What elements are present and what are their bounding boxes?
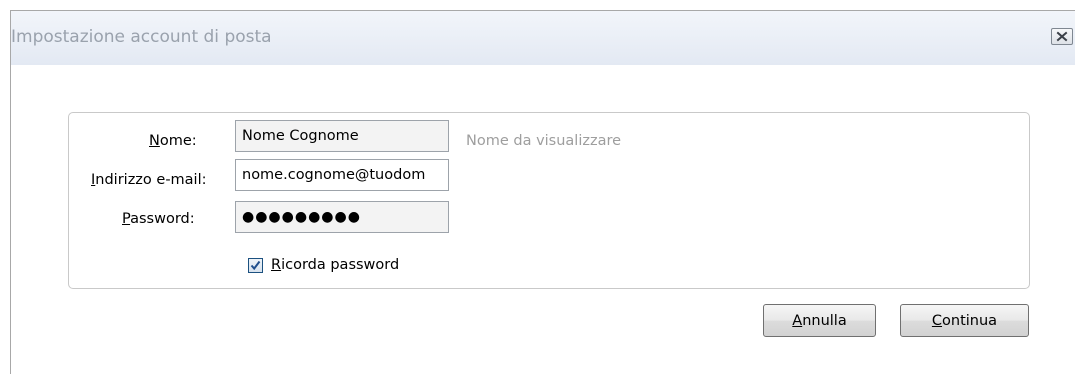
name-hint: Nome da visualizzare bbox=[466, 133, 622, 149]
continue-button[interactable]: Continua bbox=[900, 304, 1029, 337]
close-icon bbox=[1056, 31, 1068, 42]
password-label: Password: bbox=[122, 211, 195, 227]
password-field[interactable]: ●●●●●●●●● bbox=[235, 201, 449, 233]
name-field[interactable]: Nome Cognome bbox=[235, 120, 449, 152]
remember-password-checkbox[interactable] bbox=[248, 258, 263, 273]
name-label: Nome: bbox=[149, 133, 197, 149]
email-field[interactable]: nome.cognome@tuodom bbox=[235, 159, 449, 191]
cancel-button[interactable]: Annulla bbox=[763, 304, 876, 337]
title-bar: Impostazione account di posta bbox=[11, 11, 1075, 65]
checkmark-icon bbox=[250, 260, 261, 271]
account-setup-dialog: Impostazione account di posta Nome: Nome… bbox=[10, 10, 1075, 374]
dialog-title: Impostazione account di posta bbox=[11, 27, 272, 47]
email-label: Indirizzo e-mail: bbox=[91, 172, 207, 188]
remember-password-label[interactable]: Ricorda password bbox=[271, 257, 399, 273]
close-button[interactable] bbox=[1051, 28, 1073, 45]
